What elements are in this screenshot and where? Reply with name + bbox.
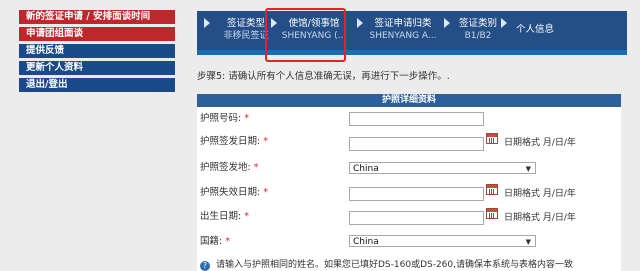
question-icon: ? [200,261,210,271]
step-arrow-icon [357,18,363,28]
expiry-date-input[interactable] [349,187,484,201]
sidebar: 新的签证申请 / 安排面谈时间 申请团组面谈 提供反馈 更新个人资料 退出/登出 [19,10,175,95]
step-category: 签证申请归类 SHENYANG A... [365,17,441,43]
step-title: 签证申请归类 [374,18,432,29]
highlight-box [265,8,346,62]
sidebar-item-update-profile[interactable]: 更新个人资料 [19,61,175,75]
name-note: ? 请输入与护照相同的姓名。如果您已填好DS-160或DS-260,请确保本系统与… [200,257,573,271]
step-personal-info: 个人信息 [507,23,563,36]
issue-date-input[interactable] [349,137,484,151]
progress-steps: 签证类型 非移民签证 使馆/领事馆 SHENYANG (... 签证申请归类 S… [197,11,627,55]
sidebar-item-feedback[interactable]: 提供反馈 [19,44,175,58]
calendar-icon[interactable] [486,133,498,144]
step-title: 签证类别 [458,18,497,29]
nationality-label: 国籍: * [200,236,230,247]
step-arrow-icon [204,18,210,28]
step-value: SHENYANG A... [369,31,437,41]
step-title: 签证类型 [226,18,265,29]
chevron-down-icon: ▼ [525,165,531,173]
issue-date-label: 护照签发日期: * [200,136,268,147]
sidebar-item-new-application[interactable]: 新的签证申请 / 安排面谈时间 [19,10,175,24]
date-format-hint: 日期格式 月/日/年 [504,189,576,199]
calendar-icon[interactable] [486,208,498,219]
date-format-hint: 日期格式 月/日/年 [504,213,576,223]
issue-country-label: 护照签发地: * [200,162,259,173]
sidebar-item-logout[interactable]: 退出/登出 [19,78,175,92]
step-value: B1/B2 [464,31,492,41]
calendar-icon[interactable] [486,184,498,195]
issue-country-select[interactable]: China ▼ [349,162,536,174]
passport-form: 护照号码: * 护照签发日期: * 日期格式 月/日/年 护照签发地: * Ch… [197,107,621,271]
expiry-date-label: 护照失效日期: * [200,187,268,198]
birth-date-label: 出生日期: * [200,211,249,222]
passport-number-label: 护照号码: * [200,113,249,124]
chevron-down-icon: ▼ [525,238,531,246]
date-format-hint: 日期格式 月/日/年 [504,138,576,148]
passport-number-input[interactable] [349,112,484,126]
step-visa-class: 签证类别 B1/B2 [449,17,507,43]
instruction-text: 步骤5: 请确认所有个人信息准确无误，再进行下一步操作。. [197,71,450,82]
nationality-select[interactable]: China ▼ [349,235,536,247]
birth-date-input[interactable] [349,211,484,225]
step-title: 个人信息 [515,24,554,35]
section-title: 护照详细资料 [197,94,621,107]
sidebar-item-group-interview[interactable]: 申请团组面谈 [19,27,175,41]
